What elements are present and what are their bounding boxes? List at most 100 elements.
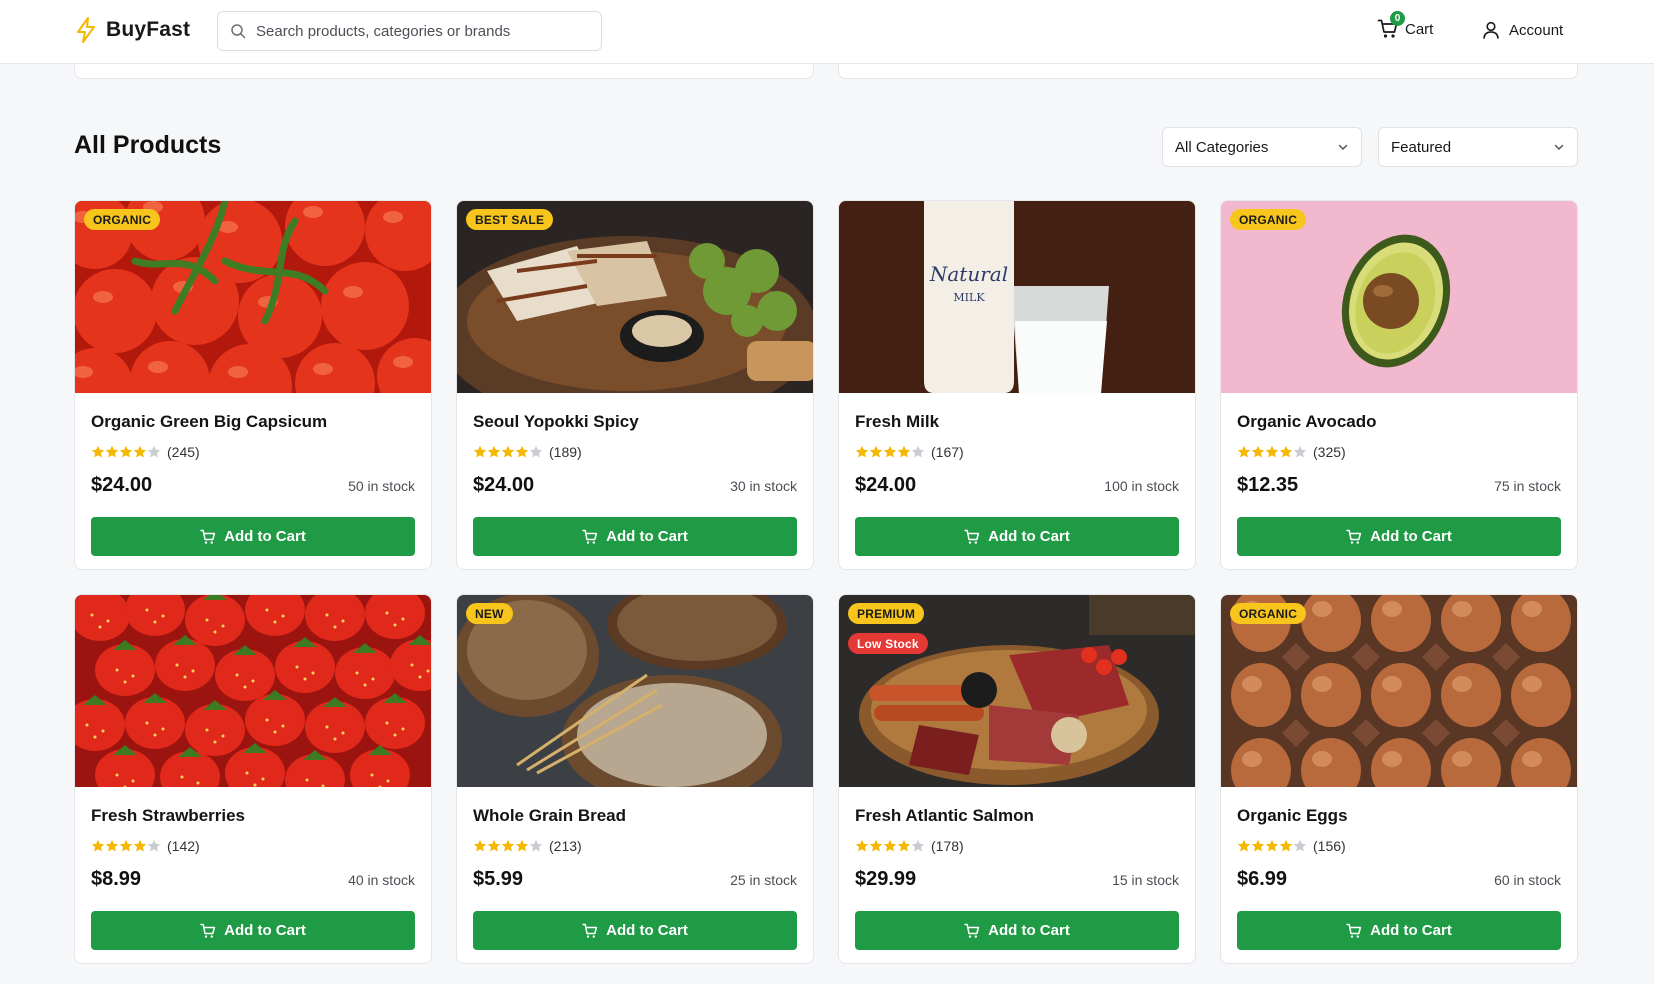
product-name[interactable]: Whole Grain Bread	[473, 806, 797, 826]
add-to-cart-button[interactable]: Add to Cart	[91, 911, 415, 950]
add-to-cart-button[interactable]: Add to Cart	[473, 517, 797, 556]
cart-icon	[582, 923, 598, 938]
product-name[interactable]: Organic Eggs	[1237, 806, 1561, 826]
product-image[interactable]: ORGANIC	[1221, 595, 1577, 787]
product-rating: (156)	[1237, 838, 1561, 854]
product-price: $6.99	[1237, 868, 1288, 890]
star-icon	[119, 839, 133, 852]
product-image[interactable]: NEW	[457, 595, 813, 787]
cart-icon	[200, 923, 216, 938]
star-icon	[1237, 839, 1251, 852]
star-icon	[911, 839, 925, 852]
add-to-cart-button[interactable]: Add to Cart	[1237, 911, 1561, 950]
product-price: $24.00	[855, 474, 917, 496]
star-icon	[501, 445, 515, 458]
product-photo: Natural MILK	[839, 201, 1195, 393]
review-count: (178)	[931, 838, 964, 854]
star-icon	[91, 839, 105, 852]
product-card[interactable]: PREMIUM Low Stock Fresh Atlantic Salmon (…	[838, 594, 1196, 964]
star-icon	[473, 445, 487, 458]
product-grid: ORGANIC Organic Green Big Capsicum (245)…	[74, 200, 1578, 964]
section-title: All Products	[74, 131, 222, 159]
rating-stars	[473, 445, 543, 459]
chevron-down-icon	[1554, 144, 1564, 151]
product-card[interactable]: ORGANIC Organic Green Big Capsicum (245)…	[74, 200, 432, 570]
brand-logo[interactable]: BuyFast	[74, 16, 190, 44]
star-icon	[529, 445, 543, 458]
product-card[interactable]: ORGANIC Organic Eggs (156) $6.99 60 in s…	[1220, 594, 1578, 964]
rating-stars	[855, 839, 925, 853]
product-badge: PREMIUM	[848, 603, 925, 624]
product-image[interactable]: PREMIUM Low Stock	[839, 595, 1195, 787]
star-icon	[501, 839, 515, 852]
product-name[interactable]: Fresh Milk	[855, 412, 1179, 432]
product-image[interactable]	[75, 595, 431, 787]
add-to-cart-button[interactable]: Add to Cart	[855, 911, 1179, 950]
account-label: Account	[1509, 21, 1564, 39]
product-image[interactable]: ORGANIC	[1221, 201, 1577, 393]
product-rating: (142)	[91, 838, 415, 854]
product-name[interactable]: Fresh Atlantic Salmon	[855, 806, 1179, 826]
account-button[interactable]: Account	[1481, 20, 1563, 40]
star-icon	[1279, 445, 1293, 458]
product-name[interactable]: Fresh Strawberries	[91, 806, 415, 826]
star-icon	[133, 839, 147, 852]
star-icon	[883, 839, 897, 852]
product-photo	[457, 595, 813, 787]
product-rating: (167)	[855, 444, 1179, 460]
add-to-cart-button[interactable]: Add to Cart	[91, 517, 415, 556]
stock-count: 75 in stock	[1494, 478, 1561, 494]
product-badge: NEW	[466, 603, 513, 624]
star-icon	[855, 445, 869, 458]
product-card[interactable]: BEST SALE Seoul Yopokki Spicy (189) $24.…	[456, 200, 814, 570]
add-to-cart-label: Add to Cart	[606, 922, 688, 939]
star-icon	[515, 445, 529, 458]
add-to-cart-button[interactable]: Add to Cart	[855, 517, 1179, 556]
search-box[interactable]	[217, 11, 602, 51]
star-icon	[473, 839, 487, 852]
star-icon	[105, 839, 119, 852]
brand-name: BuyFast	[106, 18, 191, 41]
product-badge: BEST SALE	[466, 209, 554, 230]
sort-select[interactable]: Featured	[1378, 127, 1578, 167]
add-to-cart-label: Add to Cart	[1370, 922, 1452, 939]
cart-icon	[964, 923, 980, 938]
svg-text:Natural: Natural	[929, 262, 1008, 286]
product-image[interactable]: Natural MILK	[839, 201, 1195, 393]
cart-icon	[200, 529, 216, 544]
star-icon	[515, 839, 529, 852]
add-to-cart-label: Add to Cart	[988, 922, 1070, 939]
review-count: (245)	[167, 444, 200, 460]
cart-count-badge: 0	[1390, 11, 1405, 26]
star-icon	[1293, 839, 1307, 852]
product-image[interactable]: ORGANIC	[75, 201, 431, 393]
svg-text:MILK: MILK	[953, 291, 985, 304]
product-price: $29.99	[855, 868, 917, 890]
product-image[interactable]: BEST SALE	[457, 201, 813, 393]
low-stock-badge: Low Stock	[848, 633, 928, 654]
star-icon	[869, 839, 883, 852]
add-to-cart-button[interactable]: Add to Cart	[473, 911, 797, 950]
search-input[interactable]	[256, 22, 586, 40]
product-price: $8.99	[91, 868, 142, 890]
product-name[interactable]: Organic Green Big Capsicum	[91, 412, 415, 432]
category-select[interactable]: All Categories	[1162, 127, 1362, 167]
product-price: $12.35	[1237, 474, 1299, 496]
product-name[interactable]: Seoul Yopokki Spicy	[473, 412, 797, 432]
star-icon	[91, 445, 105, 458]
product-card[interactable]: ORGANIC Organic Avocado (325) $12.35 75 …	[1220, 200, 1578, 570]
product-price: $24.00	[91, 474, 153, 496]
add-to-cart-label: Add to Cart	[606, 528, 688, 545]
lightning-bolt-icon	[77, 17, 95, 43]
product-price: $24.00	[473, 474, 535, 496]
product-card[interactable]: Fresh Strawberries (142) $8.99 40 in sto…	[74, 594, 432, 964]
product-name[interactable]: Organic Avocado	[1237, 412, 1561, 432]
star-icon	[119, 445, 133, 458]
add-to-cart-button[interactable]: Add to Cart	[1237, 517, 1561, 556]
cart-button[interactable]: 0 Cart	[1377, 11, 1433, 40]
sort-select-value: Featured	[1391, 138, 1452, 156]
product-card[interactable]: Natural MILK Fresh Milk (167) $24.00 100 …	[838, 200, 1196, 570]
product-card[interactable]: NEW Whole Grain Bread (213) $5.99 25 in …	[456, 594, 814, 964]
star-icon	[147, 445, 161, 458]
star-icon	[1265, 839, 1279, 852]
